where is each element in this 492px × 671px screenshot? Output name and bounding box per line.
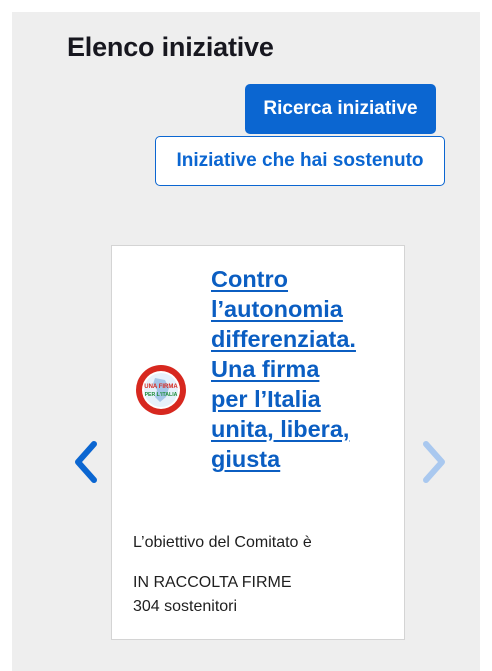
title-line: giusta bbox=[211, 446, 281, 472]
title-line: l’autonomia bbox=[211, 296, 343, 322]
initiative-description: L’obiettivo del Comitato è bbox=[133, 534, 312, 551]
logo-text-line1: UNA FIRMA bbox=[144, 384, 178, 390]
supporters-count: 304 sostenitori bbox=[133, 598, 238, 615]
initiative-title-link[interactable]: Contro l’autonomia differenziata. Una fi… bbox=[211, 264, 396, 474]
title-line: Contro bbox=[211, 266, 289, 292]
carousel-next-button[interactable] bbox=[418, 438, 450, 486]
search-initiatives-button[interactable]: Ricerca iniziative bbox=[245, 84, 436, 134]
title-line: differenziata. bbox=[211, 326, 356, 352]
title-line: unita, libera, bbox=[211, 416, 350, 442]
page-title: Elenco iniziative bbox=[67, 32, 274, 62]
title-line: per l’Italia bbox=[211, 386, 321, 412]
chevron-right-icon bbox=[423, 441, 445, 483]
chevron-left-icon bbox=[75, 441, 97, 483]
supported-initiatives-button[interactable]: Iniziative che hai sostenuto bbox=[155, 136, 445, 186]
title-line: Una firma bbox=[211, 356, 320, 382]
logo-text-line2: PER L'ITALIA bbox=[145, 392, 178, 398]
carousel-prev-button[interactable] bbox=[70, 438, 102, 486]
initiative-logo: UNA FIRMA PER L'ITALIA bbox=[135, 364, 187, 416]
initiative-card: UNA FIRMA PER L'ITALIA Contro l’autonomi… bbox=[111, 245, 405, 640]
initiative-status: IN RACCOLTA FIRME bbox=[133, 574, 292, 591]
